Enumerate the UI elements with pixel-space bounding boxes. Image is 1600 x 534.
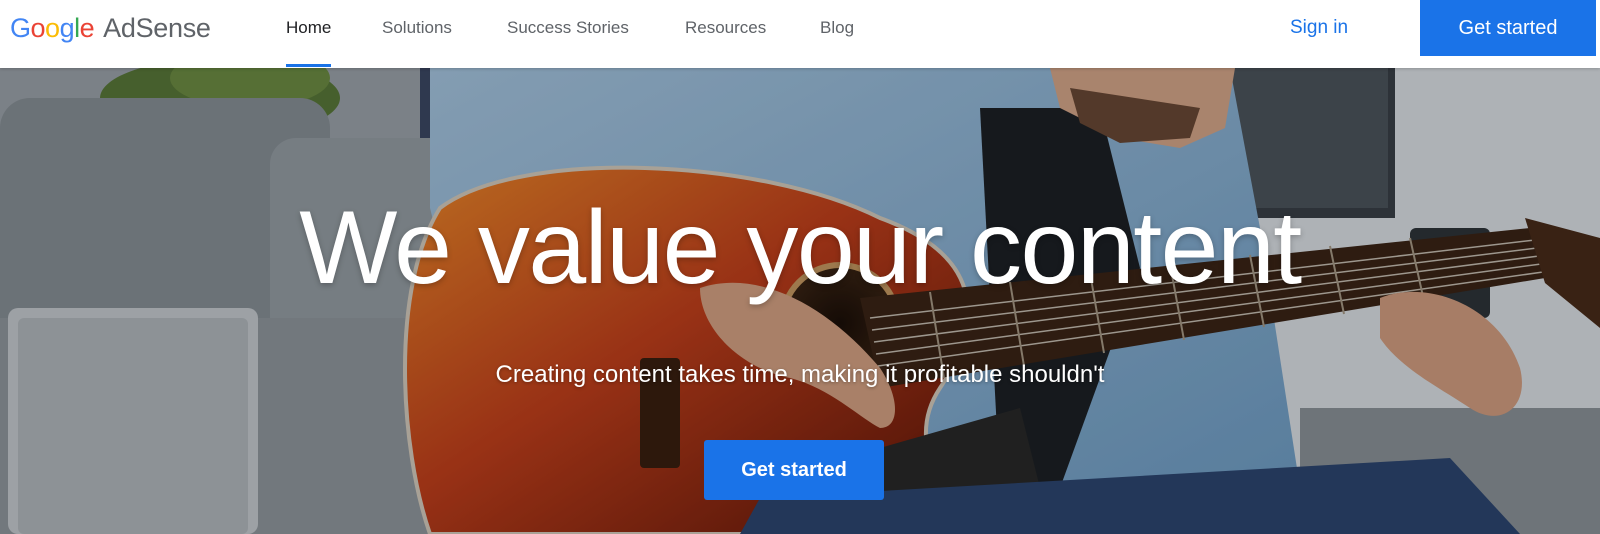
google-adsense-logo[interactable]: Google AdSense (10, 10, 211, 46)
nav-solutions-label: Solutions (382, 18, 452, 37)
hero-subtitle: Creating content takes time, making it p… (495, 361, 1105, 388)
google-wordmark: Google (10, 10, 95, 46)
nav-resources-label: Resources (685, 18, 767, 37)
nav-blog[interactable]: Blog (820, 0, 854, 68)
google-letter: e (79, 13, 95, 43)
nav-solutions[interactable]: Solutions (382, 0, 452, 68)
top-header: Google AdSense Home Solutions Success St… (0, 0, 1600, 68)
header-get-started-button[interactable]: Get started (1420, 0, 1596, 56)
nav-blog-label: Blog (820, 18, 855, 37)
nav-home-label: Home (286, 18, 332, 37)
hero-title: We value your content (299, 190, 1302, 306)
nav-home[interactable]: Home (286, 0, 332, 68)
hero-get-started-button[interactable]: Get started (704, 440, 884, 500)
google-letter: G (10, 13, 31, 43)
google-letter: o (30, 13, 46, 43)
nav-success-stories[interactable]: Success Stories (507, 0, 629, 68)
sign-in-link[interactable]: Sign in (1290, 0, 1348, 56)
product-name: AdSense (103, 13, 211, 43)
nav-success-stories-label: Success Stories (507, 18, 629, 37)
nav-resources[interactable]: Resources (685, 0, 766, 68)
header-get-started-label: Get started (1458, 16, 1558, 39)
google-letter: o (45, 13, 60, 43)
hero-get-started-label: Get started (741, 458, 847, 481)
hero-section: We value your content Creating content t… (0, 68, 1600, 534)
google-letter: g (59, 13, 75, 43)
nav-active-indicator (286, 64, 332, 67)
